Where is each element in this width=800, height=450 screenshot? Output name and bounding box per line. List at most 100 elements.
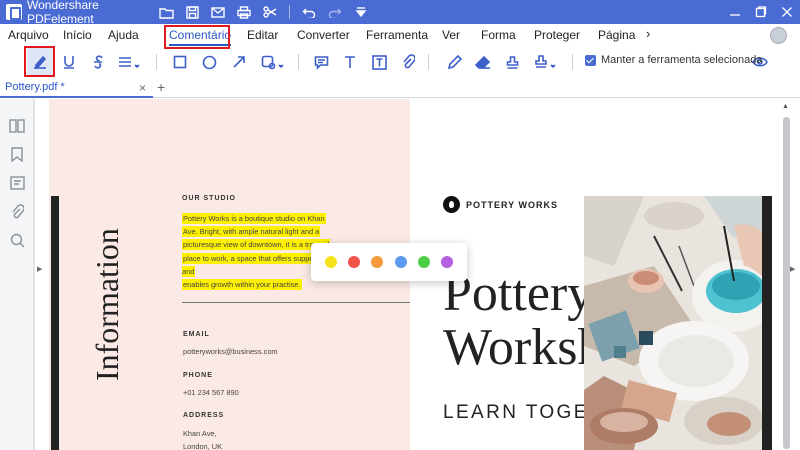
keep-tool-selected-option[interactable]: Manter a ferramenta selecionada [585, 54, 762, 66]
highlight-color-palette [311, 243, 467, 281]
collapse-sidebar-arrow-icon[interactable]: ▶ [37, 265, 42, 273]
toolbar-separator [428, 54, 429, 70]
bookmark-icon[interactable] [8, 145, 26, 163]
highlighted-line[interactable]: Ave. Bright, with ample natural light an… [182, 226, 321, 238]
minimize-icon[interactable] [722, 0, 748, 24]
color-swatch-orange[interactable] [371, 256, 383, 268]
thumbnails-icon[interactable] [8, 117, 26, 135]
scroll-up-arrow-icon[interactable]: ▲ [782, 103, 789, 110]
scrollbar-thumb[interactable] [783, 117, 790, 449]
email-value: potteryworks@business.com [183, 347, 278, 356]
color-swatch-red[interactable] [348, 256, 360, 268]
menu-ferramenta[interactable]: Ferramenta [366, 28, 428, 42]
menu-proteger[interactable]: Proteger [534, 28, 580, 42]
print-icon[interactable] [231, 0, 257, 24]
keep-tool-label: Manter a ferramenta selecionada [601, 54, 763, 66]
vertical-scrollbar[interactable]: ▲ [777, 99, 800, 450]
address-line2: London, UK [183, 442, 223, 450]
rectangle-tool-icon[interactable] [167, 48, 193, 76]
brand-name: POTTERY WORKS [466, 199, 559, 210]
avatar[interactable] [770, 27, 787, 44]
highlighted-line[interactable]: picturesque view of downtown, it is a tr… [182, 239, 331, 251]
pottery-photo [584, 196, 772, 450]
customize-dropdown-icon[interactable] [348, 0, 374, 24]
close-window-icon[interactable] [774, 0, 800, 24]
comentario-callout-box [164, 25, 230, 49]
menu-forma[interactable]: Forma [481, 28, 516, 42]
maximize-icon[interactable] [748, 0, 774, 24]
vertical-title: Information [89, 228, 125, 381]
highlighted-line[interactable]: place to work, a space that offers suppo… [182, 252, 319, 277]
redo-icon[interactable] [322, 0, 348, 24]
toolbar-separator [156, 54, 157, 70]
color-swatch-green[interactable] [418, 256, 430, 268]
app-logo-icon [6, 4, 22, 20]
pdf-page: Information OUR STUDIO Pottery Works is … [49, 99, 772, 450]
expand-right-panel-arrow-icon[interactable]: ▶ [790, 265, 795, 273]
oval-tool-icon[interactable] [196, 48, 222, 76]
menu-ver[interactable]: Ver [442, 28, 460, 42]
eraser-tool-icon[interactable] [470, 48, 496, 76]
address-line1: Khan Ave, [183, 429, 217, 438]
signature-dropdown-icon[interactable] [532, 48, 558, 76]
stamp-tool-icon[interactable] [499, 48, 525, 76]
brand-logo: POTTERY WORKS [443, 196, 558, 213]
menu-converter[interactable]: Converter [297, 28, 350, 42]
typewriter-text-icon[interactable] [337, 48, 363, 76]
text-box-tool-icon[interactable] [366, 48, 392, 76]
email-heading: EMAIL [183, 331, 210, 338]
phone-value: +01 234 567 890 [183, 388, 239, 397]
studio-paragraph[interactable]: Pottery Works is a boutique studio on Kh… [182, 212, 332, 291]
save-icon[interactable] [179, 0, 205, 24]
menu-pagina[interactable]: Página [598, 28, 635, 42]
shapes-dropdown-icon[interactable] [260, 48, 286, 76]
address-heading: ADDRESS [183, 412, 225, 419]
undo-icon[interactable] [296, 0, 322, 24]
menu-editar[interactable]: Editar [247, 28, 278, 42]
strikethrough-tool-icon[interactable] [85, 48, 111, 76]
new-tab-icon[interactable]: + [157, 79, 165, 95]
menu-arquivo[interactable]: Arquivo [8, 28, 49, 42]
underline-tool-icon[interactable] [56, 48, 82, 76]
section-divider [182, 302, 410, 303]
highlight-tool-callout-box [24, 46, 55, 77]
attachment-tool-icon[interactable] [395, 48, 421, 76]
menu-more-chevron-icon[interactable]: › [646, 26, 650, 41]
document-tab[interactable]: Pottery.pdf * [0, 78, 153, 98]
tab-close-icon[interactable]: × [139, 81, 146, 95]
highlighted-line[interactable]: Pottery Works is a boutique studio on Kh… [182, 213, 326, 224]
page-edge-bar [51, 196, 59, 450]
tab-filename: Pottery.pdf * [5, 81, 65, 93]
page-edge-bar [762, 196, 772, 450]
arrow-tool-icon[interactable] [226, 48, 252, 76]
color-swatch-blue[interactable] [395, 256, 407, 268]
menu-inicio[interactable]: Início [63, 28, 92, 42]
search-icon[interactable] [8, 231, 26, 249]
document-tab-bar: Pottery.pdf * × + [0, 78, 800, 98]
pottery-photo-illustration [584, 196, 772, 450]
window-controls [722, 0, 800, 24]
keep-tool-checkbox[interactable] [585, 54, 596, 66]
open-folder-icon[interactable] [153, 0, 179, 24]
toolbar-separator [572, 54, 573, 70]
menu-ajuda[interactable]: Ajuda [108, 28, 139, 42]
title-bar: Wondershare PDFelement [0, 0, 800, 26]
toolbar-separator [298, 54, 299, 70]
studio-heading: OUR STUDIO [182, 195, 236, 202]
pencil-tool-icon[interactable] [441, 48, 467, 76]
color-swatch-yellow[interactable] [325, 256, 337, 268]
attachments-panel-icon[interactable] [8, 203, 26, 221]
left-sidebar [0, 99, 34, 450]
sidebar-divider [34, 99, 35, 450]
quick-access-toolbar [153, 0, 374, 24]
comments-panel-icon[interactable] [8, 174, 26, 192]
color-swatch-purple[interactable] [441, 256, 453, 268]
highlighted-line[interactable]: enables growth within your practise. [182, 279, 302, 291]
email-icon[interactable] [205, 0, 231, 24]
note-tool-icon[interactable] [308, 48, 334, 76]
scissors-icon[interactable] [257, 0, 283, 24]
pottery-logo-icon [443, 196, 460, 213]
app-title: Wondershare PDFelement [27, 0, 99, 26]
text-lines-dropdown-icon[interactable] [116, 48, 142, 76]
quick-access-separator [289, 5, 290, 19]
